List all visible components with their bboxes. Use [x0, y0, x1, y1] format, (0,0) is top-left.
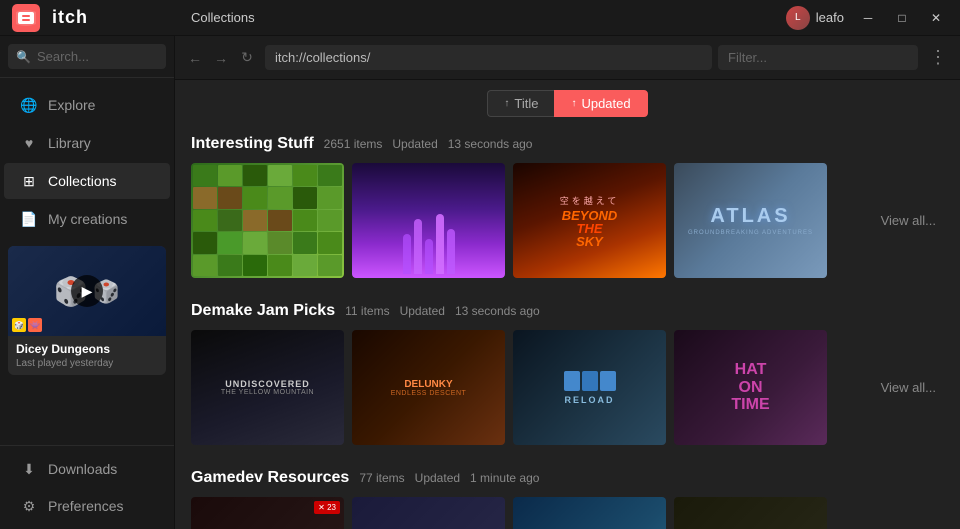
game-thumb-3[interactable]: 空を越えて BEYOND THE SKY — [513, 163, 666, 278]
game-thumb-reload[interactable]: RELOAD — [513, 330, 666, 445]
sort-updated-button[interactable]: ↑ Updated — [554, 90, 647, 117]
collection-title-interesting: Interesting Stuff — [191, 135, 314, 153]
search-icon: 🔍 — [16, 50, 31, 64]
collection-updated-label-demake: Updated — [400, 304, 445, 318]
collection-title-demake: Demake Jam Picks — [191, 302, 335, 320]
collection-count-gamedev: 77 items — [359, 471, 404, 485]
game-thumb-gd2[interactable]: AaBbCcDdEeFfGgHhIiJjKk IlLmMnNoOpPqQrRsS… — [352, 497, 505, 529]
filter-input[interactable]: Filter... — [718, 45, 918, 70]
collection-title-gamedev: Gamedev Resources — [191, 469, 349, 487]
sort-title-icon: ↑ — [504, 98, 509, 109]
forward-button[interactable]: → — [209, 46, 233, 70]
search-input-wrap[interactable]: 🔍 — [8, 44, 166, 69]
collection-updated-time-gamedev: 1 minute ago — [470, 471, 539, 485]
collection-header-interesting: Interesting Stuff 2651 items Updated 13 … — [191, 135, 944, 153]
sidebar-item-library[interactable]: ♥ Library — [4, 125, 170, 161]
collection-updated-time-demake: 13 seconds ago — [455, 304, 540, 318]
my-creations-icon: 📄 — [20, 210, 38, 228]
sidebar-item-explore-label: Explore — [48, 97, 95, 113]
game-thumb-gd3[interactable]: 😺 — [513, 497, 666, 529]
sort-bar: ↑ Title ↑ Updated — [175, 80, 960, 123]
view-all-demake-button[interactable]: View all... — [873, 372, 944, 403]
game-thumb-2[interactable] — [352, 163, 505, 278]
sidebar-item-preferences-label: Preferences — [48, 498, 123, 514]
game-thumb-undiscovered[interactable]: UNDISCOVERED THE YELLOW MOUNTAIN — [191, 330, 344, 445]
sidebar-nav: 🌐 Explore ♥ Library ⊞ Collections 📄 My c… — [0, 78, 174, 445]
sidebar-item-collections[interactable]: ⊞ Collections — [4, 163, 170, 199]
maximize-button[interactable]: □ — [886, 6, 918, 30]
sidebar-game-thumbnail: 🎲 🎲 🎲 👾 ▶ — [8, 246, 166, 336]
game-thumb-1[interactable] — [191, 163, 344, 278]
games-row-gamedev: ✕ 23 resource AaBbCcDdEeFfGgHhIiJjKk IlL… — [191, 497, 944, 529]
search-box: 🔍 — [0, 36, 174, 78]
sidebar-item-my-creations[interactable]: 📄 My creations — [4, 201, 170, 237]
games-row-demake: UNDISCOVERED THE YELLOW MOUNTAIN DELUNKY… — [191, 330, 944, 445]
explore-icon: 🌐 — [20, 96, 38, 114]
game-thumb-gd1[interactable]: ✕ 23 resource — [191, 497, 344, 529]
refresh-button[interactable]: ↻ — [235, 46, 259, 70]
sidebar-game-subtitle: Last played yesterday — [16, 358, 158, 369]
sidebar-game-title: Dicey Dungeons — [16, 342, 158, 356]
sidebar-item-downloads-label: Downloads — [48, 461, 117, 477]
sort-updated-icon: ↑ — [571, 98, 576, 109]
collection-interesting-stuff: Interesting Stuff 2651 items Updated 13 … — [175, 123, 960, 290]
sidebar-item-my-creations-label: My creations — [48, 211, 127, 227]
sidebar-item-preferences[interactable]: ⚙ Preferences — [4, 488, 170, 524]
collection-count-demake: 11 items — [345, 304, 389, 318]
sidebar-item-collections-label: Collections — [48, 173, 116, 189]
sidebar-game-card[interactable]: 🎲 🎲 🎲 👾 ▶ Dicey Dungeons Last played yes… — [8, 246, 166, 375]
collection-header-gamedev: Gamedev Resources 77 items Updated 1 min… — [191, 469, 944, 487]
minimize-button[interactable]: ─ — [852, 6, 884, 30]
game-thumb-hatontime[interactable]: HATONTIME — [674, 330, 827, 445]
avatar: L — [786, 6, 810, 30]
sidebar-item-downloads[interactable]: ⬇ Downloads — [4, 451, 170, 487]
filter-placeholder: Filter... — [728, 50, 767, 65]
username-label: leafo — [816, 10, 844, 25]
sidebar: 🔍 🌐 Explore ♥ Library ⊞ Collections 📄 My… — [0, 36, 175, 529]
content-area: ↑ Title ↑ Updated Interesting Stuff 2651… — [175, 80, 960, 529]
nav-arrows: ← → ↻ — [183, 46, 259, 70]
collection-updated-label-gamedev: Updated — [415, 471, 460, 485]
window-controls: ─ □ ✕ — [852, 6, 952, 30]
sidebar-game-info: Dicey Dungeons Last played yesterday — [8, 336, 166, 375]
sort-title-button[interactable]: ↑ Title — [487, 90, 554, 117]
collections-icon: ⊞ — [20, 172, 38, 190]
library-icon: ♥ — [20, 134, 38, 152]
game-thumb-delunky[interactable]: DELUNKY ENDLESS DESCENT — [352, 330, 505, 445]
user-area: L leafo — [778, 6, 852, 30]
nav-bar: ← → ↻ itch://collections/ Filter... ⋮ — [175, 36, 960, 80]
games-row-interesting: 空を越えて BEYOND THE SKY ATLAS GROU — [191, 163, 944, 278]
search-input[interactable] — [37, 49, 158, 64]
main-layout: 🔍 🌐 Explore ♥ Library ⊞ Collections 📄 My… — [0, 36, 960, 529]
play-button[interactable]: ▶ — [71, 275, 103, 307]
address-bar[interactable]: itch://collections/ — [265, 45, 712, 70]
game-thumb-textreme[interactable]: TEXTREME its juicy AF — [674, 497, 827, 529]
game-thumb-4[interactable]: ATLAS GROUNDBREAKING ADVENTURES — [674, 163, 827, 278]
app-logo — [8, 0, 44, 36]
collection-header-demake: Demake Jam Picks 11 items Updated 13 sec… — [191, 302, 944, 320]
more-options-button[interactable]: ⋮ — [924, 44, 952, 72]
sidebar-item-library-label: Library — [48, 135, 91, 151]
sort-updated-label: Updated — [581, 96, 630, 111]
collection-gamedev: Gamedev Resources 77 items Updated 1 min… — [175, 457, 960, 529]
view-all-interesting-button[interactable]: View all... — [873, 205, 944, 236]
titlebar-title: Collections — [183, 10, 778, 25]
collection-updated-time-interesting: 13 seconds ago — [448, 137, 533, 151]
close-button[interactable]: ✕ — [920, 6, 952, 30]
collection-count-interesting: 2651 items — [324, 137, 383, 151]
back-button[interactable]: ← — [183, 46, 207, 70]
preferences-icon: ⚙ — [20, 497, 38, 515]
downloads-icon: ⬇ — [20, 460, 38, 478]
collection-demake-jam: Demake Jam Picks 11 items Updated 13 sec… — [175, 290, 960, 457]
sidebar-bottom: ⬇ Downloads ⚙ Preferences — [0, 445, 174, 529]
sidebar-item-explore[interactable]: 🌐 Explore — [4, 87, 170, 123]
sort-title-label: Title — [514, 96, 538, 111]
app-branding: itch — [8, 0, 183, 36]
app-name-label: itch — [52, 7, 88, 28]
collection-updated-label-interesting: Updated — [392, 137, 437, 151]
titlebar: itch Collections L leafo ─ □ ✕ — [0, 0, 960, 36]
